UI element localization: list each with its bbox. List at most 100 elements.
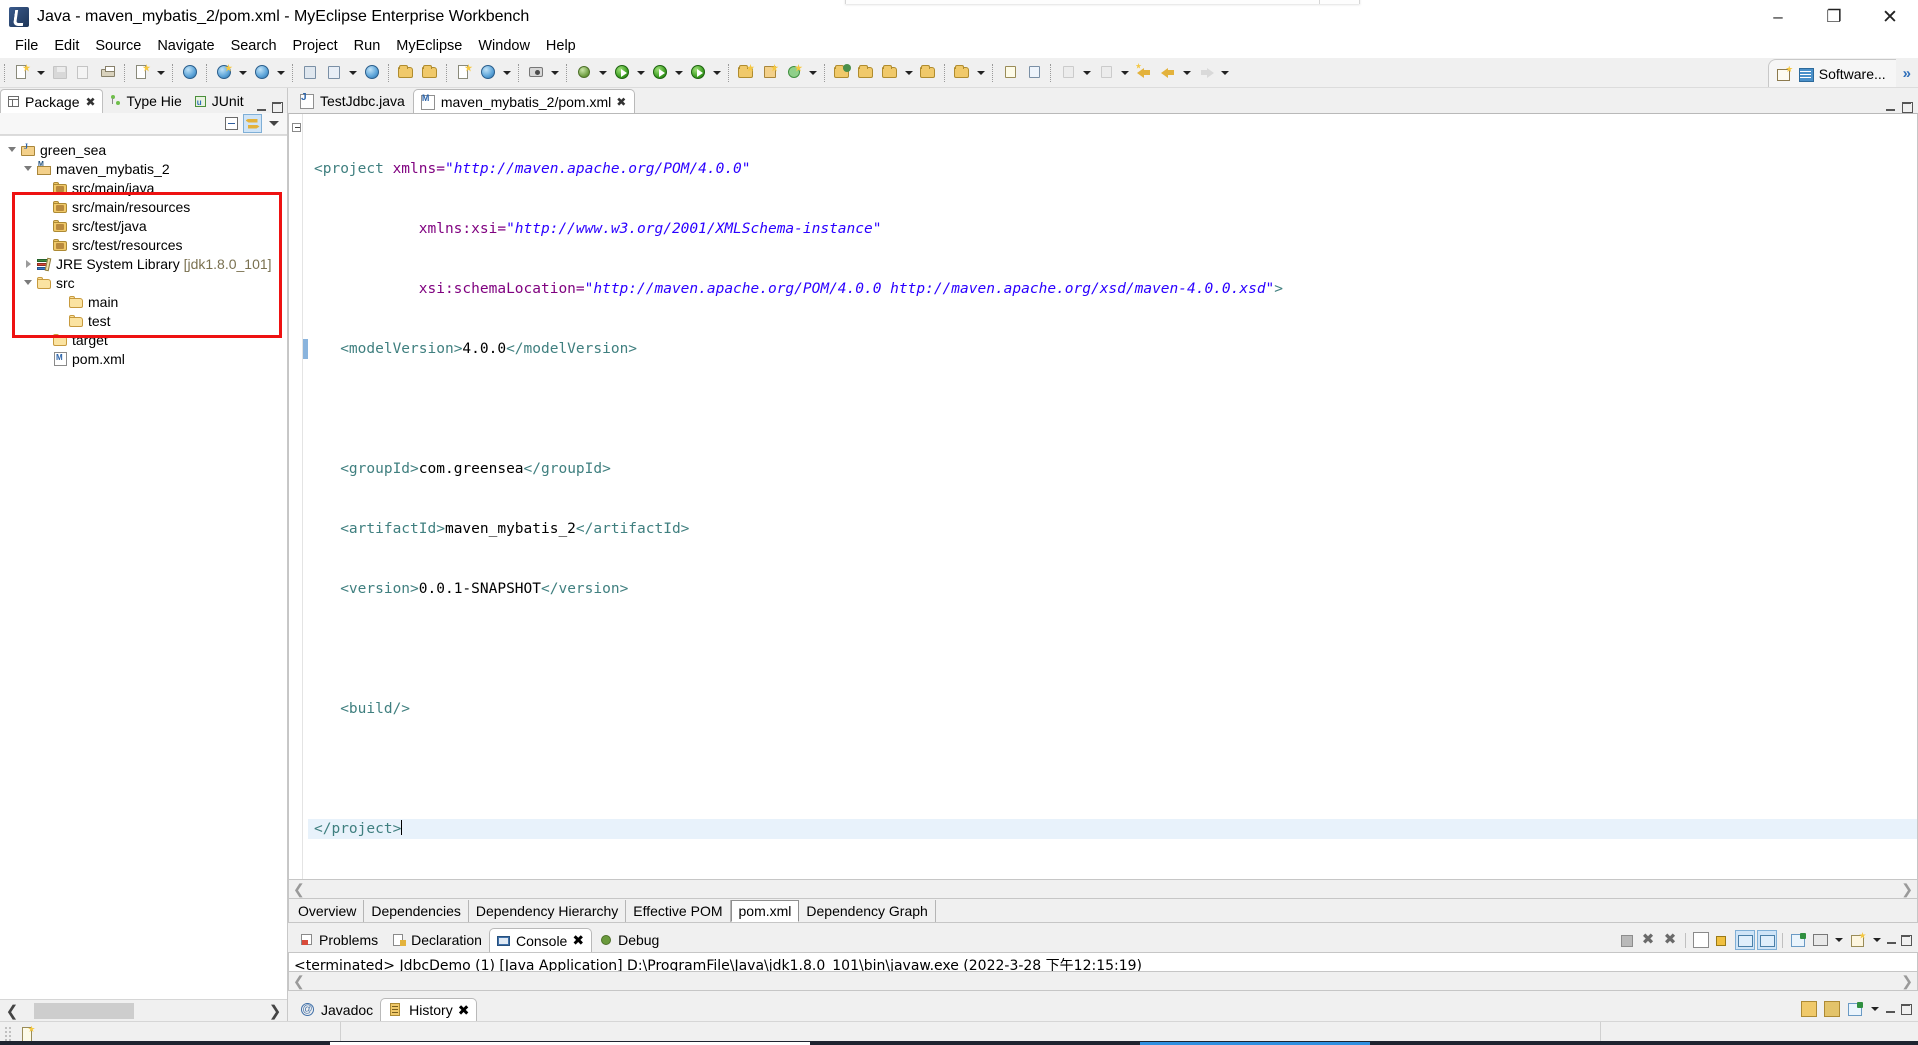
pin-history-button[interactable] <box>1845 999 1865 1019</box>
tree-item-maven-mybatis-2[interactable]: M maven_mybatis_2 <box>0 159 287 178</box>
snapshot-dropdown-icon[interactable] <box>548 61 562 85</box>
save-icon[interactable] <box>48 61 72 85</box>
next-annotation-icon[interactable] <box>1094 61 1118 85</box>
perspective-switcher[interactable]: Software... <box>1767 59 1896 87</box>
open-browser-icon[interactable] <box>178 61 202 85</box>
new-java-package-icon[interactable] <box>734 61 758 85</box>
maximize-icon[interactable] <box>1900 1003 1912 1015</box>
menu-project[interactable]: Project <box>285 36 346 56</box>
open-url-icon[interactable] <box>476 61 500 85</box>
maximize-icon[interactable] <box>1900 934 1912 946</box>
tree-item-src[interactable]: src <box>0 273 287 292</box>
open-task-icon[interactable] <box>418 61 442 85</box>
maximize-button[interactable]: ❐ <box>1806 0 1862 34</box>
menu-search[interactable]: Search <box>223 36 285 56</box>
maximize-icon[interactable] <box>271 101 283 113</box>
new-wizard-icon[interactable] <box>10 61 34 85</box>
menu-navigate[interactable]: Navigate <box>149 36 222 56</box>
close-button[interactable]: ✕ <box>1862 0 1918 34</box>
open-perspective-icon[interactable] <box>1776 66 1793 82</box>
close-icon[interactable]: ✖ <box>458 1002 470 1019</box>
scroll-right-icon[interactable]: ❯ <box>1901 881 1913 898</box>
menu-run[interactable]: Run <box>346 36 389 56</box>
run-dropdown-icon[interactable] <box>634 61 648 85</box>
code-text[interactable]: <project xmlns="http://maven.apache.org/… <box>308 114 1917 879</box>
edit-resource-dropdown-icon[interactable] <box>902 61 916 85</box>
back-dropdown-icon[interactable] <box>1180 61 1194 85</box>
run-coverage-icon[interactable] <box>686 61 710 85</box>
scroll-right-icon[interactable]: ❯ <box>1901 973 1913 990</box>
view-menu-icon[interactable] <box>1868 997 1882 1021</box>
forward-dropdown-icon[interactable] <box>1218 61 1232 85</box>
run-server-icon[interactable] <box>322 61 346 85</box>
chevron-right-icon[interactable] <box>20 259 36 268</box>
xml-source-editor[interactable]: <project xmlns="http://maven.apache.org/… <box>288 113 1918 880</box>
minimize-icon[interactable] <box>256 101 268 113</box>
editor-tab-pom-xml[interactable]: maven_mybatis_2/pom.xml ✖ <box>412 89 636 113</box>
display-selected-console-button[interactable] <box>1810 930 1830 950</box>
close-icon[interactable]: ✖ <box>572 932 584 949</box>
chevron-down-icon[interactable] <box>4 147 20 152</box>
previous-annotation-icon[interactable] <box>1056 61 1080 85</box>
open-task-folder-icon[interactable] <box>916 61 940 85</box>
coverage-dropdown-icon[interactable] <box>710 61 724 85</box>
new-web-project-dropdown-icon[interactable] <box>236 61 250 85</box>
open-url-dropdown-icon[interactable] <box>500 61 514 85</box>
clear-console-button[interactable] <box>1691 930 1711 950</box>
tab-problems[interactable]: Problems <box>293 928 385 952</box>
scroll-left-icon[interactable]: ❮ <box>293 881 305 898</box>
open-task-list-icon[interactable] <box>950 61 974 85</box>
package-explorer-hscrollbar[interactable]: ❮ ❯ <box>0 999 287 1021</box>
tree-item-target[interactable]: target <box>0 330 287 349</box>
remove-launch-button[interactable]: ✖ <box>1638 930 1658 950</box>
pin-console-button[interactable] <box>1788 930 1808 950</box>
back-icon[interactable] <box>1156 61 1180 85</box>
tree-item-pom-xml[interactable]: pom.xml <box>0 349 287 368</box>
new-report-icon[interactable] <box>452 61 476 85</box>
run-external-tools-icon[interactable] <box>648 61 672 85</box>
new-enum-icon[interactable] <box>1022 61 1046 85</box>
tab-type-hierarchy[interactable]: Type Hie <box>103 89 188 113</box>
save-all-icon[interactable] <box>72 61 96 85</box>
deploy-dropdown-icon[interactable] <box>274 61 288 85</box>
new-myeclipse-dropdown-icon[interactable] <box>154 61 168 85</box>
terminate-button[interactable] <box>1616 930 1636 950</box>
close-icon[interactable]: ✖ <box>85 95 95 109</box>
display-console-dropdown-icon[interactable] <box>1832 928 1846 952</box>
run-server-dropdown-icon[interactable] <box>346 61 360 85</box>
remove-all-terminated-button[interactable]: ✖ <box>1660 930 1680 950</box>
link-with-editor-button[interactable] <box>243 114 262 133</box>
open-resource-icon[interactable] <box>830 61 854 85</box>
previous-annotation-dropdown-icon[interactable] <box>1080 61 1094 85</box>
pom-tab-dependencies[interactable]: Dependencies <box>364 899 469 922</box>
tab-javadoc[interactable]: @ Javadoc <box>293 998 380 1021</box>
snapshot-icon[interactable] <box>524 61 548 85</box>
pom-tab-overview[interactable]: Overview <box>291 899 365 922</box>
pom-tab-pom-xml[interactable]: pom.xml <box>730 899 800 922</box>
tree-item-test[interactable]: test <box>0 311 287 330</box>
tree-item-green-sea[interactable]: J green_sea <box>0 140 287 159</box>
new-java-class-icon[interactable] <box>758 61 782 85</box>
web-services-icon[interactable] <box>360 61 384 85</box>
deploy-icon[interactable] <box>250 61 274 85</box>
pom-tab-effective-pom[interactable]: Effective POM <box>626 899 731 922</box>
show-console-on-error-button[interactable] <box>1757 930 1777 950</box>
tree-item-jre-system-library[interactable]: JRE System Library [jdk1.8.0_101] <box>0 254 287 273</box>
last-edit-location-icon[interactable] <box>1132 61 1156 85</box>
menu-help[interactable]: Help <box>538 36 584 56</box>
print-icon[interactable] <box>96 61 120 85</box>
minimize-icon[interactable] <box>1885 1003 1897 1015</box>
open-database-icon[interactable] <box>298 61 322 85</box>
tab-console[interactable]: Console ✖ <box>488 928 593 952</box>
tree-item-src-test-java[interactable]: src/test/java <box>0 216 287 235</box>
hscroll-track[interactable] <box>24 1002 263 1019</box>
open-type-icon[interactable] <box>394 61 418 85</box>
scroll-left-icon[interactable]: ❮ <box>293 973 305 990</box>
tree-item-src-test-resources[interactable]: src/test/resources <box>0 235 287 254</box>
scroll-right-icon[interactable]: ❯ <box>267 1002 283 1020</box>
view-menu-button[interactable] <box>264 114 283 133</box>
next-annotation-dropdown-icon[interactable] <box>1118 61 1132 85</box>
project-tree[interactable]: J green_sea M maven_mybatis_2 src/main/j… <box>0 135 287 999</box>
open-console-button[interactable] <box>1848 930 1868 950</box>
show-console-on-output-button[interactable] <box>1735 930 1755 950</box>
